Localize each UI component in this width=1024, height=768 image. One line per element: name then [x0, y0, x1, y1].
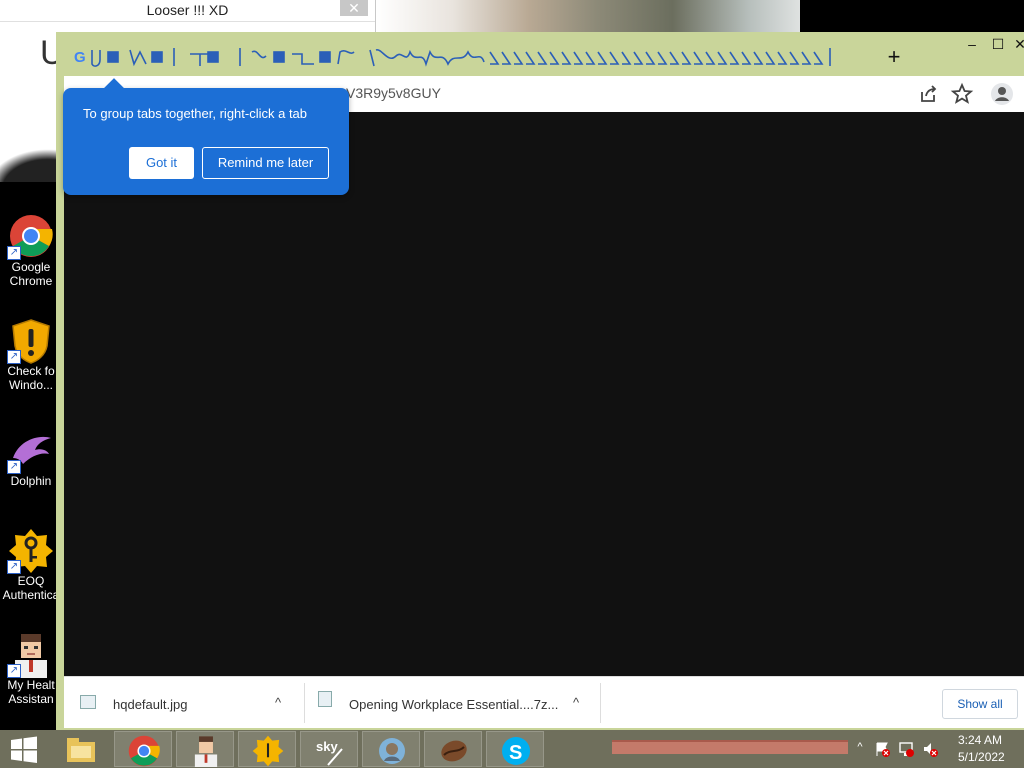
- taskbar-background-band: [612, 740, 848, 754]
- download-filename: hqdefault.jpg: [113, 697, 188, 712]
- clock-time[interactable]: 3:24 AM: [958, 733, 1002, 747]
- tab-strip[interactable]: G + – ☐ ✕: [60, 32, 1024, 76]
- doctor-icon: [194, 736, 218, 767]
- taskbar-media-player[interactable]: [362, 731, 420, 767]
- archive-file-icon: [318, 691, 332, 707]
- action-center-flag-icon[interactable]: [874, 741, 890, 757]
- shield-warning-icon: ↗: [7, 318, 53, 364]
- download-filename: Opening Workplace Essential....7z...: [349, 697, 559, 712]
- taskbar-coffee-app[interactable]: [424, 731, 482, 767]
- show-all-downloads-button[interactable]: Show all: [942, 689, 1018, 719]
- background-window-close-button[interactable]: ✕: [340, 0, 368, 16]
- chevron-up-icon[interactable]: ^: [568, 695, 584, 711]
- shortcut-arrow-icon: ↗: [7, 350, 21, 364]
- doctor-icon: ↗: [7, 632, 53, 678]
- promo-message: To group tabs together, right-click a ta…: [83, 106, 308, 121]
- desktop-icon-google-chrome[interactable]: ↗ Google Chrome: [0, 214, 62, 288]
- tab-list[interactable]: [70, 44, 840, 72]
- download-item[interactable]: Opening Workplace Essential....7z... ^: [300, 683, 596, 723]
- desktop-icon-label: Chrome: [9, 274, 53, 288]
- close-button[interactable]: ✕: [1010, 36, 1024, 53]
- file-explorer-icon: [67, 738, 95, 762]
- taskbar-file-explorer[interactable]: [52, 731, 106, 767]
- taskbar-my-health-assistant[interactable]: [176, 731, 234, 767]
- desktop-icon-eoq-authenticator[interactable]: ↗ EOQ Authentica: [0, 528, 62, 602]
- svg-text:S: S: [509, 742, 522, 764]
- desktop-icon-label: Check fo: [7, 364, 55, 378]
- show-hidden-icons-button[interactable]: ^: [852, 741, 868, 757]
- tab-groups-promo: To group tabs together, right-click a ta…: [63, 78, 349, 195]
- got-it-button[interactable]: Got it: [129, 147, 194, 179]
- network-icon[interactable]: [898, 741, 914, 757]
- download-divider: [600, 683, 601, 723]
- bookmark-star-icon[interactable]: [950, 82, 974, 106]
- chrome-icon: [128, 735, 160, 767]
- share-icon[interactable]: [916, 82, 940, 106]
- remind-me-later-button[interactable]: Remind me later: [202, 147, 329, 179]
- media-player-icon: [379, 738, 405, 764]
- desktop-icon-label: Google: [11, 260, 51, 274]
- desktop-icon-label: Dolphin: [10, 474, 52, 488]
- desktop-icon-check-for-windows-updates[interactable]: ↗ Check fo Windo...: [0, 318, 62, 392]
- download-shelf: hqdefault.jpg ^ Opening Workplace Essent…: [64, 676, 1024, 728]
- skype-icon: S: [502, 737, 530, 765]
- chevron-up-icon[interactable]: ^: [270, 695, 286, 711]
- desktop-icon-label: Assistan: [8, 692, 54, 706]
- background-window-title: Looser !!! XD: [146, 2, 229, 18]
- taskbar: sky S ^ 3:24 AM 5/1/2022: [0, 730, 1024, 768]
- shortcut-arrow-icon: ↗: [7, 560, 21, 574]
- key-icon: [252, 735, 284, 767]
- taskbar-skype[interactable]: S: [486, 731, 544, 767]
- desktop-icon-dolphin[interactable]: ↗ Dolphin: [0, 428, 62, 488]
- dolphin-icon: ↗: [7, 428, 53, 474]
- chrome-icon: ↗: [7, 214, 53, 260]
- desktop-icon-my-health-assistant[interactable]: ↗ My Healt Assistan: [0, 632, 62, 706]
- desktop-icon-label: Authentica: [2, 588, 60, 602]
- volume-muted-icon[interactable]: [922, 741, 938, 757]
- taskbar-eoq-authenticator[interactable]: [238, 731, 296, 767]
- desktop-icon-label: My Healt: [7, 678, 55, 692]
- svg-text:sky: sky: [316, 739, 338, 754]
- minimize-button[interactable]: –: [962, 36, 982, 52]
- omnibox[interactable]: V3R9y5v8GUY: [346, 85, 441, 101]
- shortcut-arrow-icon: ↗: [7, 460, 21, 474]
- download-item[interactable]: hqdefault.jpg ^: [64, 683, 300, 723]
- clock-date[interactable]: 5/1/2022: [958, 750, 1005, 764]
- key-icon: ↗: [7, 528, 53, 574]
- shortcut-arrow-icon: ↗: [7, 664, 21, 678]
- coffee-bean-icon: [441, 740, 467, 762]
- desktop-icon-label: Windo...: [8, 378, 53, 392]
- taskbar-sky[interactable]: sky: [300, 731, 358, 767]
- profile-avatar-icon[interactable]: [990, 82, 1014, 106]
- windows-start-icon[interactable]: [10, 736, 38, 764]
- maximize-button[interactable]: ☐: [988, 36, 1008, 53]
- desktop-icon-label: EOQ: [17, 574, 45, 588]
- taskbar-chrome[interactable]: [114, 731, 172, 767]
- image-file-icon: [80, 695, 96, 709]
- new-tab-button[interactable]: +: [882, 46, 906, 70]
- sky-icon: sky: [316, 739, 343, 766]
- background-window-titlebar[interactable]: Looser !!! XD ✕: [0, 0, 375, 22]
- shortcut-arrow-icon: ↗: [7, 246, 21, 260]
- page-content[interactable]: [64, 112, 1024, 676]
